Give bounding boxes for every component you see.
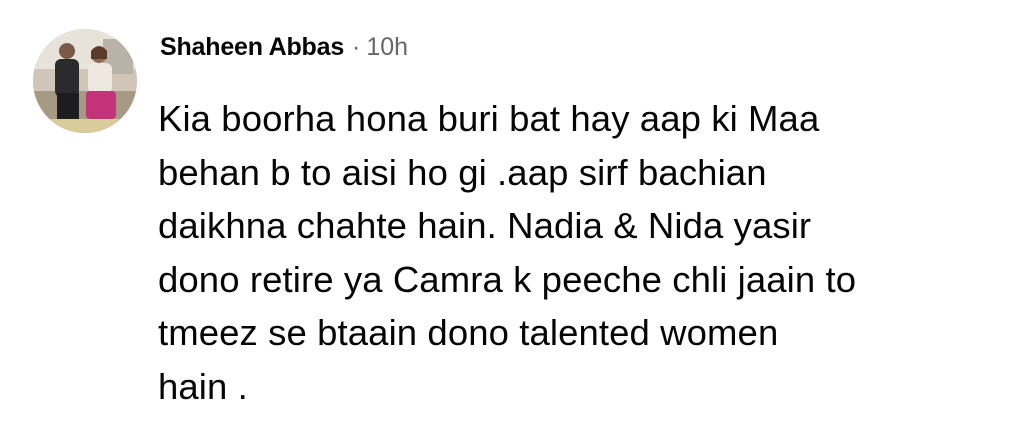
comment-header: Shaheen Abbas · 10h [160,33,408,63]
avatar[interactable] [33,29,137,133]
comment-line: Kia boorha hona buri bat hay aap ki Maa [158,98,820,139]
meta-separator: · [352,33,361,61]
comment-line: behan b to aisi ho gi .aap sirf bachian [158,151,767,193]
avatar-photo [33,29,137,133]
author-name[interactable]: Shaheen Abbas [160,33,344,62]
comment-line: daikhna chahte hain. Nadia & Nida yasir [158,205,812,246]
comment-line: dono retire ya Camra k peeche chli jaain… [158,258,857,300]
comment-line: tmeez se btaain dono talented women [158,312,779,353]
timestamp[interactable]: 10h [366,33,408,62]
comment-line: hain . [158,365,248,407]
comment-text: Kia boorha hona buri bat hay aap ki Maa … [158,92,998,413]
comment: Shaheen Abbas · 10h Kia boorha hona buri… [0,0,1024,424]
